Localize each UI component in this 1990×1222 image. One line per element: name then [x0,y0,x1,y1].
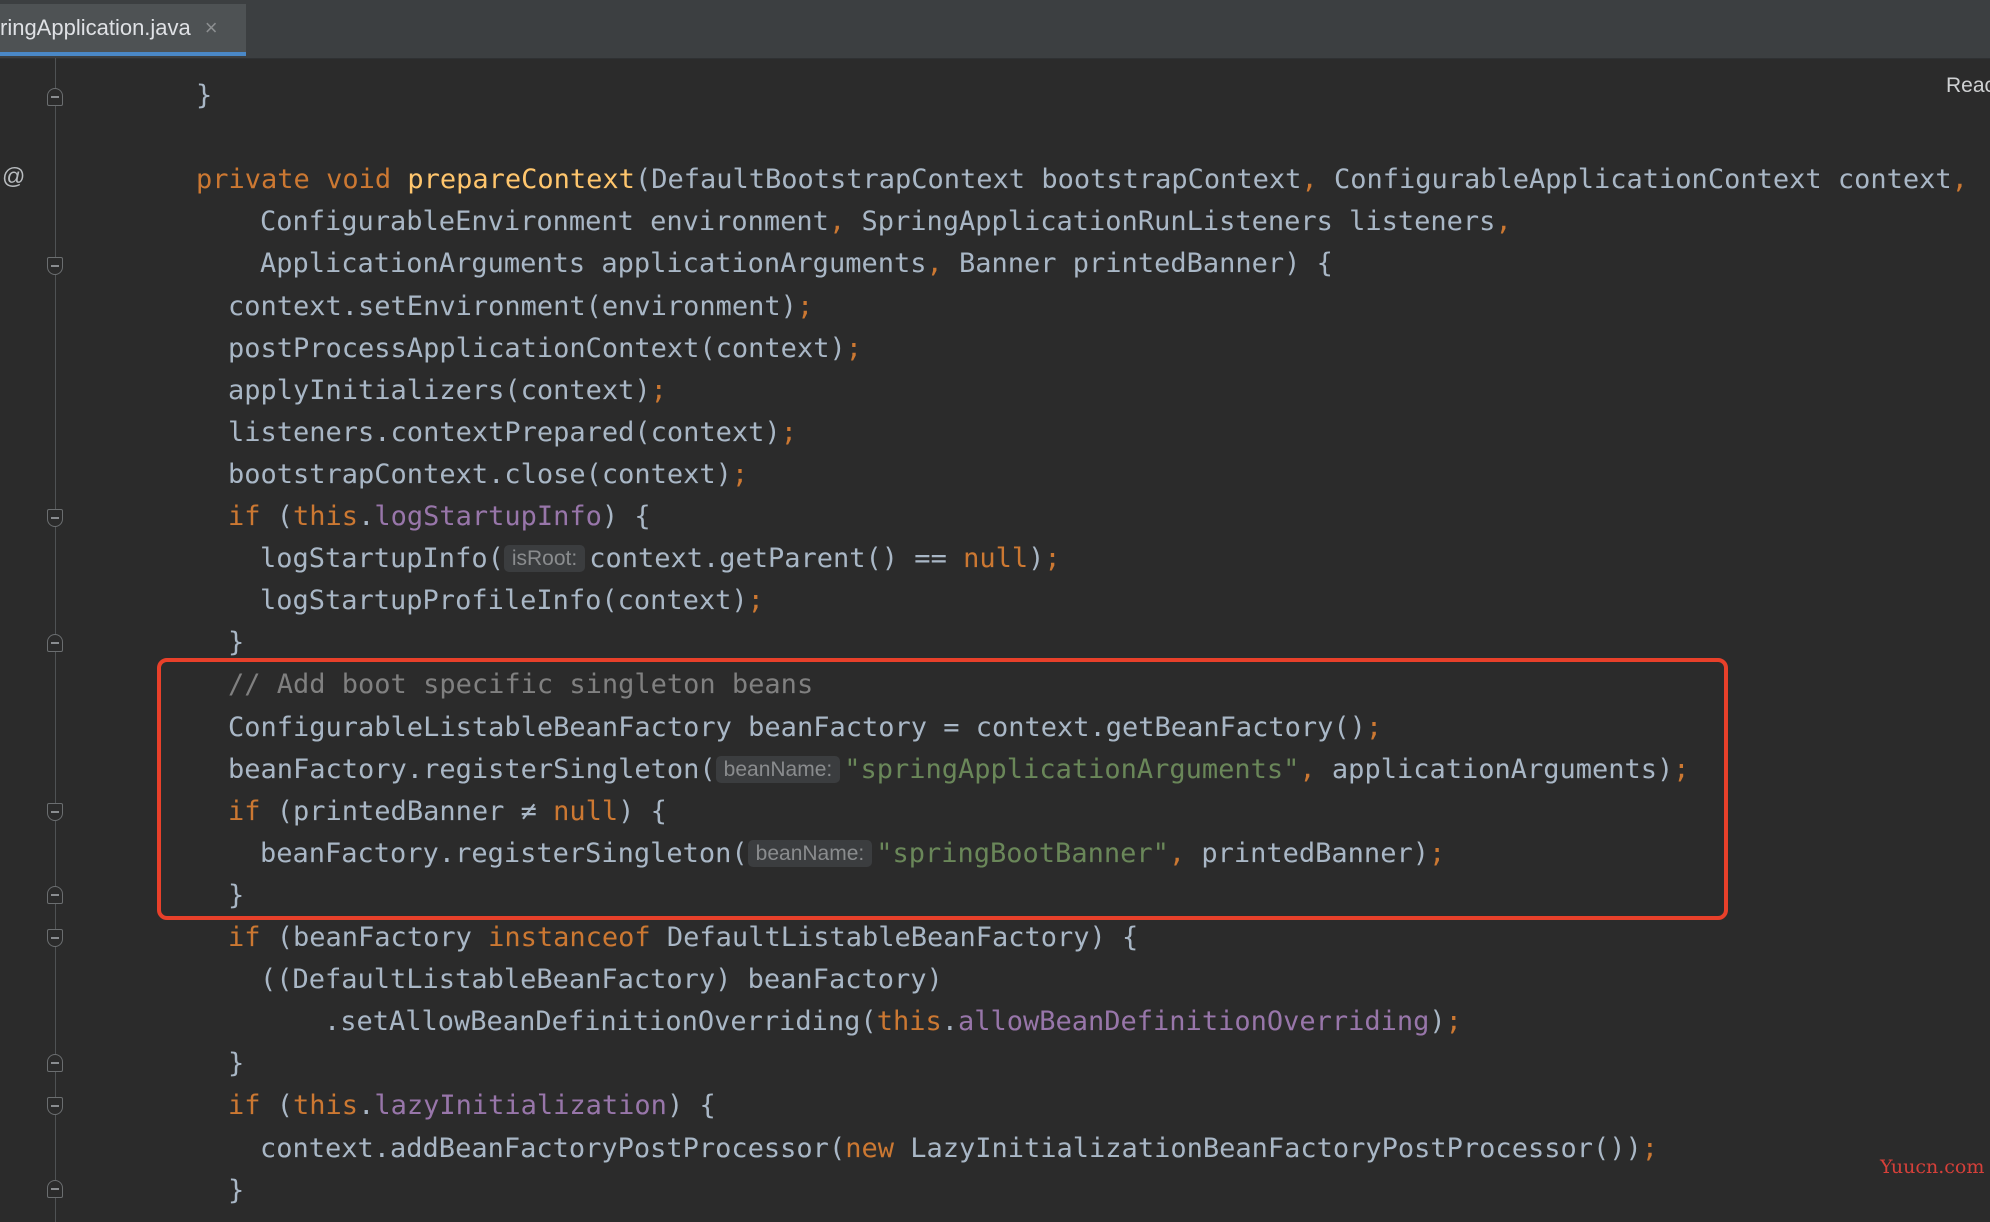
code-editor[interactable]: } private void prepareContext(DefaultBoot… [0,0,1990,1222]
code-line[interactable]: ((DefaultListableBeanFactory) beanFactor… [260,959,943,1001]
code-token: prepareContext [407,164,635,196]
code-token: ApplicationArguments applicationArgument… [260,248,927,280]
code-token: , [1951,164,1968,196]
code-token: (beanFactory [260,922,489,953]
code-line[interactable]: bootstrapContext.close(context); [228,454,748,496]
code-token: if [228,1090,261,1122]
code-token: ConfigurableApplicationContext context [1317,164,1952,196]
code-token: } [228,1048,245,1080]
code-token: listeners.contextPrepared(context) [228,416,781,448]
code-line[interactable]: .setAllowBeanDefinitionOverriding(this.a… [324,1001,1462,1043]
code-token: Banner printedBanner) { [942,248,1333,280]
code-token: private [196,164,310,196]
code-token: logStartupProfileInfo(context) [260,585,748,617]
code-token: (DefaultBootstrapContext bootstrapContex… [634,164,1302,196]
highlight-annotation-box [157,658,1728,920]
code-token: ( [260,501,294,532]
code-token: ; [650,374,667,406]
code-token: this [293,1090,359,1122]
code-token: . [358,501,375,532]
code-token: this [293,501,359,532]
code-token: ; [845,332,862,364]
code-token: SpringApplicationRunListeners listeners [845,206,1496,238]
code-token: ; [731,458,749,490]
code-token: . [358,1090,375,1122]
code-line[interactable]: context.setEnvironment(environment); [228,286,813,328]
watermark: Yuucn.com [1880,1156,1985,1178]
code-token: context.setEnvironment(environment) [228,290,797,322]
code-line[interactable]: if (this.lazyInitialization) { [228,1085,716,1127]
code-token: logStartupInfo( [260,543,504,575]
code-token: logStartupInfo [374,501,602,532]
code-token: ; [747,585,764,617]
code-token: ; [780,416,797,448]
code-token: allowBeanDefinitionOverriding [957,1006,1430,1038]
code-token: LazyInitializationBeanFactoryPostProcess… [893,1132,1642,1164]
code-token: } [228,627,245,659]
code-token: ; [796,290,814,322]
code-token: .setAllowBeanDefinitionOverriding( [324,1006,877,1038]
code-line[interactable]: ApplicationArguments applicationArgument… [260,243,1333,285]
code-line[interactable]: postProcessApplicationContext(context); [228,328,862,370]
code-line[interactable]: } [228,1170,244,1212]
code-token: DefaultListableBeanFactory) { [650,922,1139,953]
code-line[interactable]: logStartupInfo(isRoot: context.getParent(… [260,538,1061,580]
code-token: , [926,248,943,280]
code-line[interactable]: if (beanFactory instanceof DefaultListab… [228,917,1138,959]
code-token: context.getParent() == [589,543,964,575]
code-line[interactable]: listeners.contextPrepared(context); [228,412,797,454]
code-line[interactable]: logStartupProfileInfo(context); [260,580,764,622]
code-token: instanceof [488,922,651,953]
code-token: bootstrapContext.close(context) [228,458,732,490]
code-token: , [828,206,846,238]
code-token: if [228,922,261,953]
code-token: void [326,164,392,196]
code-token: , [1301,164,1318,196]
code-line[interactable]: applyInitializers(context); [228,370,667,412]
code-token: postProcessApplicationContext(context) [228,332,846,364]
code-token: ((DefaultListableBeanFactory) beanFactor… [260,964,943,996]
code-token: ConfigurableEnvironment environment [260,206,829,238]
code-token: new [845,1132,894,1164]
code-token: this [876,1006,942,1038]
code-token: if [228,501,261,532]
code-line[interactable]: } [196,75,212,117]
parameter-hint: isRoot: [503,545,586,573]
code-token: ) [1028,543,1045,575]
code-line[interactable]: context.addBeanFactoryPostProcessor(new … [260,1128,1658,1170]
code-token: ) { [666,1090,716,1122]
code-token: null [963,543,1029,575]
code-token: } [196,80,213,111]
code-token: ) [1429,1006,1446,1038]
code-line[interactable]: if (this.logStartupInfo) { [228,496,651,538]
code-line[interactable]: private void prepareContext(DefaultBoots… [196,159,1968,201]
code-token: context.addBeanFactoryPostProcessor( [260,1132,846,1164]
code-token: lazyInitialization [374,1090,667,1122]
code-token: ) { [601,501,651,532]
code-token: } [228,1174,245,1206]
code-token: ; [1044,543,1061,575]
code-token: applyInitializers(context) [228,374,651,406]
code-token: ; [1641,1132,1658,1164]
code-token: ( [260,1090,294,1122]
code-token: . [941,1006,958,1038]
code-token: ; [1445,1006,1462,1038]
code-token: , [1495,206,1512,238]
code-line[interactable]: } [228,1043,244,1085]
code-line[interactable]: ConfigurableEnvironment environment, Spr… [260,201,1512,243]
